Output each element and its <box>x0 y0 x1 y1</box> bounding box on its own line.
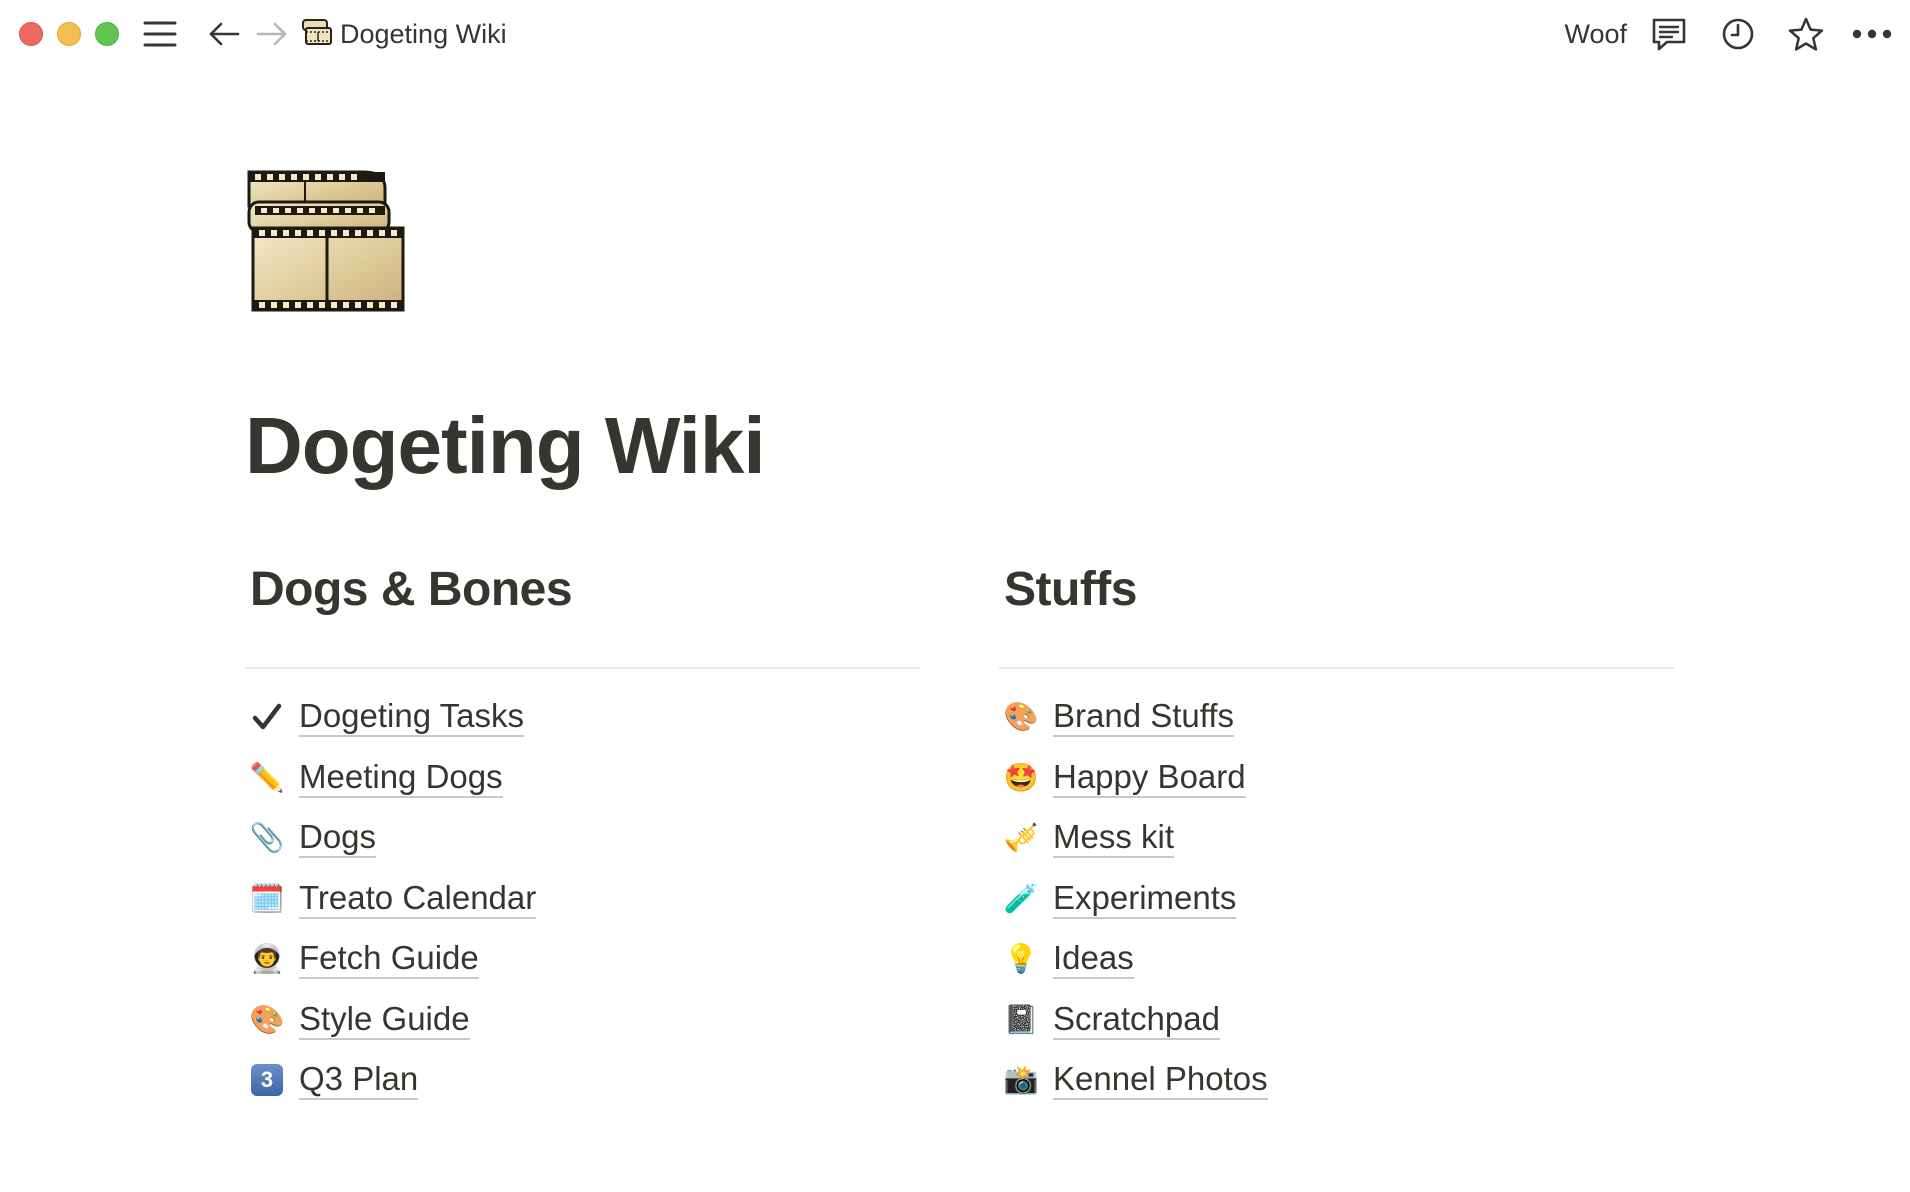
page-link-list: 🎨 Brand Stuffs 🤩 Happy Board 🎺 Mess kit … <box>999 687 1674 1111</box>
keycap-digit: 3 <box>251 1064 283 1097</box>
page-icon-film-frames[interactable] <box>245 166 405 314</box>
section-heading[interactable]: Stuffs <box>999 560 1674 620</box>
page-link-label: Style Guide <box>299 1000 470 1040</box>
page-link-treato-calendar[interactable]: 🗓️ Treato Calendar <box>245 869 920 930</box>
divider <box>999 667 1674 669</box>
page-link-label: Brand Stuffs <box>1053 697 1235 738</box>
zoom-window-button[interactable] <box>95 22 119 46</box>
workspace-label[interactable]: Woof <box>1564 14 1627 54</box>
page-link-label: Happy Board <box>1053 758 1246 798</box>
breadcrumb-title: Dogeting Wiki <box>340 18 507 49</box>
page-link-brand-stuffs[interactable]: 🎨 Brand Stuffs <box>999 687 1674 748</box>
ellipsis-icon[interactable] <box>1848 14 1896 54</box>
page-link-label: Q3 Plan <box>299 1060 419 1101</box>
page-link-label: Scratchpad <box>1053 1000 1220 1040</box>
minimize-window-button[interactable] <box>57 22 81 46</box>
title-bar: Dogeting Wiki Woof <box>0 0 1910 68</box>
page-link-meeting-dogs[interactable]: ✏️ Meeting Dogs <box>245 748 920 809</box>
page-link-label: Dogs <box>299 818 377 859</box>
clock-icon[interactable] <box>1716 14 1760 54</box>
page-link-mess-kit[interactable]: 🎺 Mess kit <box>999 808 1674 869</box>
column-dogs-and-bones: Dogs & Bones Dogeting Tasks ✏️ Meeting D… <box>245 560 920 1111</box>
page-link-label: Treato Calendar <box>299 879 537 919</box>
paperclip-icon: 📎 <box>249 822 285 854</box>
page-link-q3-plan[interactable]: 3 Q3 Plan <box>245 1050 920 1111</box>
page-link-fetch-guide[interactable]: 👨‍🚀 Fetch Guide <box>245 929 920 990</box>
pencil-icon: ✏️ <box>249 761 285 793</box>
page-link-label: Fetch Guide <box>299 939 479 980</box>
arrow-right-icon[interactable] <box>252 14 292 54</box>
column-stuffs: Stuffs 🎨 Brand Stuffs 🤩 Happy Board 🎺 Me… <box>999 560 1674 1111</box>
trumpet-icon: 🎺 <box>1003 822 1039 854</box>
page-link-list: Dogeting Tasks ✏️ Meeting Dogs 📎 Dogs 🗓️… <box>245 687 920 1111</box>
page-title[interactable]: Dogeting Wiki <box>245 400 766 492</box>
page-link-label: Dogeting Tasks <box>299 697 525 738</box>
palette-icon: 🎨 <box>249 1003 285 1035</box>
arrow-left-icon[interactable] <box>204 14 244 54</box>
page-link-label: Mess kit <box>1053 818 1175 859</box>
page-link-happy-board[interactable]: 🤩 Happy Board <box>999 748 1674 809</box>
palette-icon: 🎨 <box>1003 701 1039 733</box>
page-link-label: Meeting Dogs <box>299 758 503 798</box>
page-link-ideas[interactable]: 💡 Ideas <box>999 929 1674 990</box>
comment-icon[interactable] <box>1647 14 1691 54</box>
page-link-experiments[interactable]: 🧪 Experiments <box>999 869 1674 930</box>
test-tube-icon: 🧪 <box>1003 882 1039 914</box>
star-icon[interactable] <box>1784 14 1828 54</box>
camera-flash-icon: 📸 <box>1003 1064 1039 1096</box>
page-link-label: Kennel Photos <box>1053 1060 1268 1101</box>
page-link-label: Experiments <box>1053 879 1237 919</box>
keycap-three-icon: 3 <box>249 1062 285 1098</box>
close-window-button[interactable] <box>19 22 43 46</box>
section-heading[interactable]: Dogs & Bones <box>245 560 920 620</box>
hamburger-menu-icon[interactable] <box>140 14 180 54</box>
page-link-scratchpad[interactable]: 📓 Scratchpad <box>999 990 1674 1051</box>
page-link-kennel-photos[interactable]: 📸 Kennel Photos <box>999 1050 1674 1111</box>
astronaut-icon: 👨‍🚀 <box>249 943 285 975</box>
page-link-dogs[interactable]: 📎 Dogs <box>245 808 920 869</box>
calendar-icon: 🗓️ <box>249 882 285 914</box>
star-struck-icon: 🤩 <box>1003 761 1039 793</box>
notebook-icon: 📓 <box>1003 1003 1039 1035</box>
page-link-label: Ideas <box>1053 939 1134 980</box>
light-bulb-icon: 💡 <box>1003 943 1039 975</box>
checkmark-icon <box>249 699 285 735</box>
page-link-dogeting-tasks[interactable]: Dogeting Tasks <box>245 687 920 748</box>
page-link-style-guide[interactable]: 🎨 Style Guide <box>245 990 920 1051</box>
divider <box>245 667 920 669</box>
breadcrumb[interactable]: Dogeting Wiki <box>302 14 507 54</box>
film-frames-icon <box>302 18 332 51</box>
